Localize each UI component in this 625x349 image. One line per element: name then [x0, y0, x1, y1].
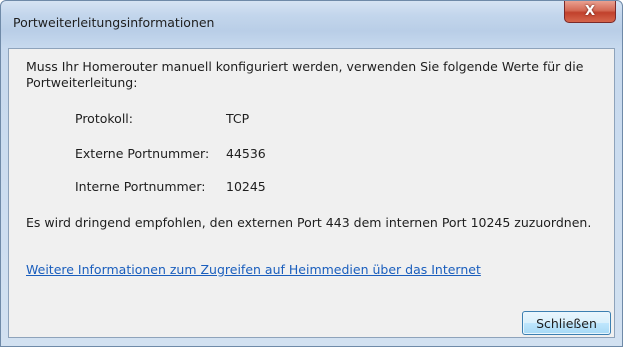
- close-button[interactable]: Schließen: [522, 311, 611, 335]
- dialog-window: Portweiterleitungsinformationen X Muss I…: [0, 0, 623, 347]
- external-port-value: 44536: [226, 146, 266, 161]
- protocol-label: Protokoll:: [75, 111, 133, 126]
- internal-port-label: Interne Portnummer:: [75, 179, 206, 194]
- window-close-button[interactable]: X: [564, 1, 616, 23]
- external-port-label: Externe Portnummer:: [75, 146, 210, 161]
- close-icon: X: [584, 4, 596, 19]
- title-bar[interactable]: Portweiterleitungsinformationen X: [1, 1, 622, 48]
- more-info-link[interactable]: Weitere Informationen zum Zugreifen auf …: [26, 262, 481, 277]
- window-title: Portweiterleitungsinformationen: [13, 15, 215, 30]
- dialog-content: Muss Ihr Homerouter manuell konfiguriert…: [8, 48, 615, 338]
- intro-text: Muss Ihr Homerouter manuell konfiguriert…: [26, 59, 584, 90]
- recommendation-text: Es wird dringend empfohlen, den externen…: [26, 215, 592, 230]
- internal-port-value: 10245: [226, 179, 266, 194]
- protocol-value: TCP: [226, 111, 250, 126]
